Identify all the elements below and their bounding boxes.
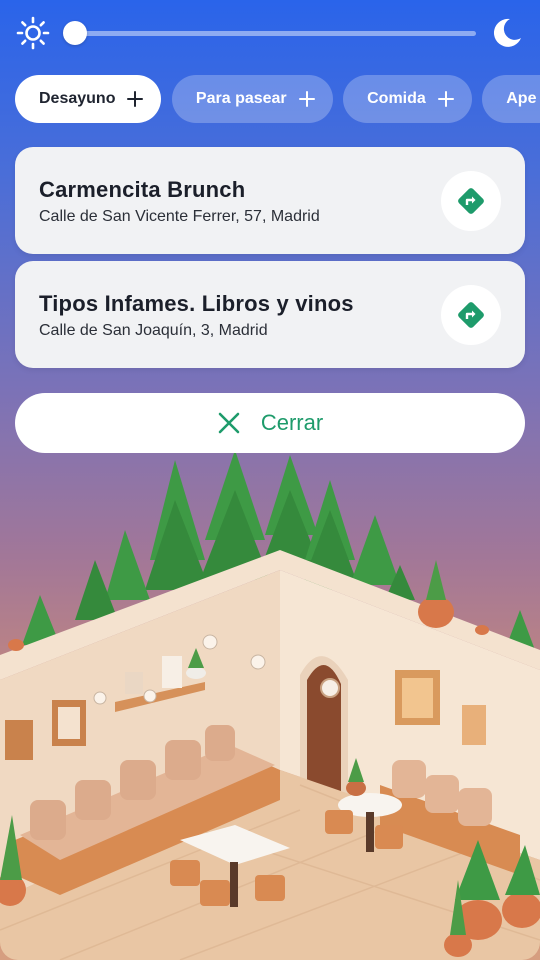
- theme-slider-thumb[interactable]: [63, 21, 87, 45]
- plus-icon: [437, 91, 454, 107]
- place-address: Calle de San Vicente Ferrer, 57, Madrid: [39, 208, 320, 225]
- close-icon: [218, 412, 240, 434]
- chip-para-pasear[interactable]: Para pasear: [171, 75, 333, 123]
- directions-icon: [458, 188, 484, 214]
- category-chips: Desayuno Para pasear Comida Ape: [15, 75, 540, 123]
- plus-icon: [298, 91, 315, 107]
- isometric-cafe-illustration: [0, 450, 540, 960]
- moon-icon[interactable]: [490, 16, 524, 50]
- chip-label: Para pasear: [195, 90, 287, 107]
- place-name: Carmencita Brunch: [39, 177, 246, 202]
- chip-label: Ape: [506, 90, 537, 107]
- close-button-label: Cerrar: [260, 410, 324, 435]
- chip-comida[interactable]: Comida: [343, 75, 472, 123]
- theme-slider-track[interactable]: [80, 31, 476, 36]
- sun-icon[interactable]: [16, 16, 50, 50]
- chip-label: Comida: [367, 90, 426, 107]
- app-screen: Desayuno Para pasear Comida Ape Carmenci…: [0, 0, 540, 960]
- place-name: Tipos Infames. Libros y vinos: [39, 291, 354, 316]
- chip-label: Desayuno: [39, 90, 116, 107]
- theme-bar: [16, 16, 524, 50]
- directions-icon: [458, 302, 484, 328]
- close-button[interactable]: Cerrar: [15, 393, 525, 453]
- directions-button[interactable]: [441, 171, 501, 231]
- chip-ape[interactable]: Ape: [482, 75, 540, 123]
- place-address: Calle de San Joaquín, 3, Madrid: [39, 322, 268, 339]
- directions-button[interactable]: [441, 285, 501, 345]
- chip-desayuno[interactable]: Desayuno: [15, 75, 162, 123]
- place-card[interactable]: Carmencita Brunch Calle de San Vicente F…: [15, 147, 525, 254]
- plus-icon: [127, 91, 144, 107]
- place-card[interactable]: Tipos Infames. Libros y vinos Calle de S…: [15, 261, 525, 368]
